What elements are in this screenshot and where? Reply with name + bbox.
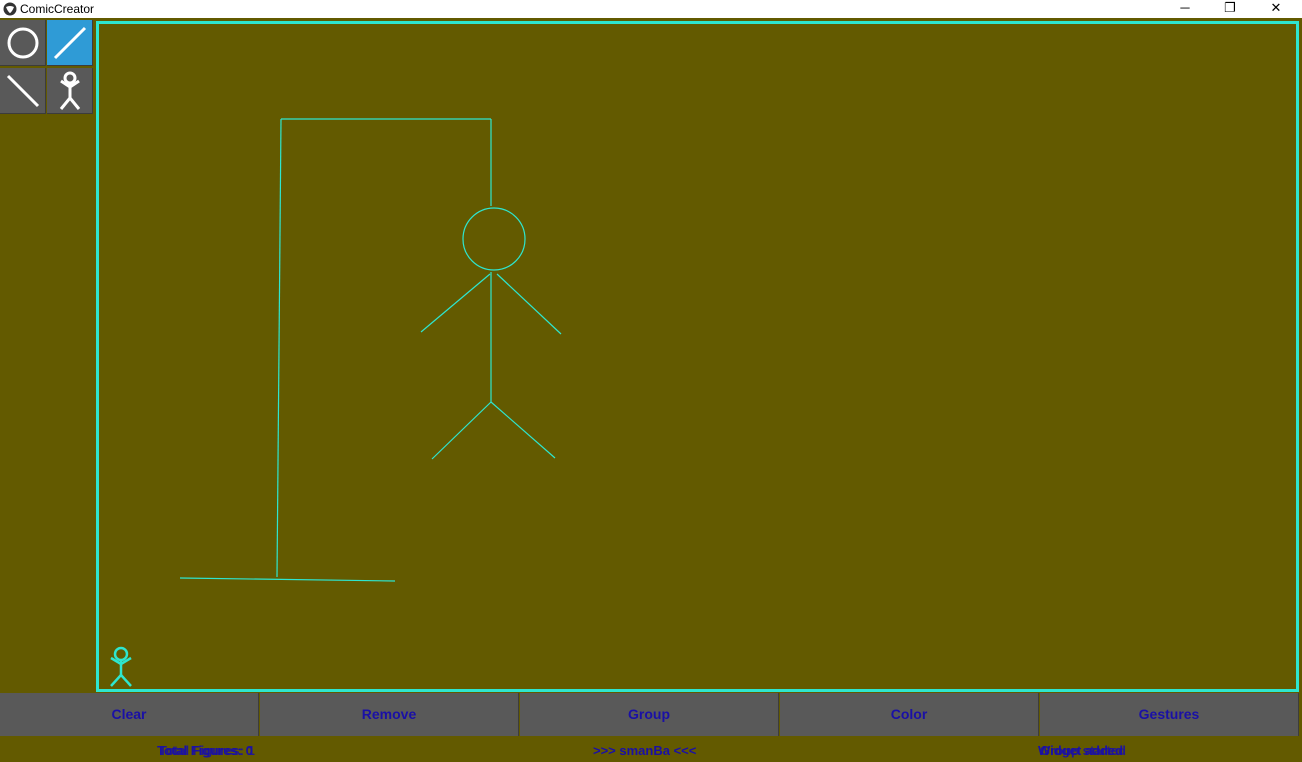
- backslash-line-tool[interactable]: [0, 68, 46, 114]
- restore-button[interactable]: ❐: [1207, 0, 1253, 18]
- app-icon: [3, 2, 17, 16]
- window-title: ComicCreator: [20, 2, 95, 16]
- drawing-canvas[interactable]: [96, 21, 1299, 692]
- remove-button[interactable]: Remove: [260, 693, 519, 736]
- title-bar: ComicCreator ─ ❐ ✕: [0, 0, 1302, 18]
- stickman-icon: [59, 71, 81, 110]
- group-button[interactable]: Group: [520, 693, 779, 736]
- figures-count-label: Total Figures: 0 Total Figures: 1: [157, 743, 297, 759]
- figure-right-arm: [496, 273, 562, 335]
- action-status-text-b: Group started: [1040, 743, 1126, 758]
- close-button[interactable]: ✕: [1253, 0, 1299, 18]
- circle-tool[interactable]: [0, 20, 46, 66]
- gallows-post: [276, 118, 282, 578]
- gesture-stickman-icon: [110, 646, 132, 687]
- gestures-button[interactable]: Gestures: [1040, 693, 1299, 736]
- stickman-tool[interactable]: [47, 68, 93, 114]
- circle-icon: [7, 27, 39, 59]
- gallows-base: [179, 577, 396, 582]
- figures-count-text-b: Total Figures: 1: [159, 743, 255, 758]
- figure-right-leg: [490, 401, 556, 459]
- color-button[interactable]: Color: [780, 693, 1039, 736]
- minimize-button[interactable]: ─: [1162, 0, 1208, 18]
- figure-head: [462, 207, 526, 271]
- line-icon: [6, 74, 40, 108]
- line-icon: [53, 26, 87, 60]
- action-status-label: Widget added Group started: [1038, 743, 1178, 759]
- clear-button[interactable]: Clear: [0, 693, 259, 736]
- figure-left-leg: [431, 401, 492, 460]
- drawing-layer: [110, 118, 562, 687]
- line-tool[interactable]: [47, 20, 93, 66]
- figure-left-arm: [420, 273, 491, 333]
- center-status-text: >>> smanBa <<<: [593, 743, 697, 758]
